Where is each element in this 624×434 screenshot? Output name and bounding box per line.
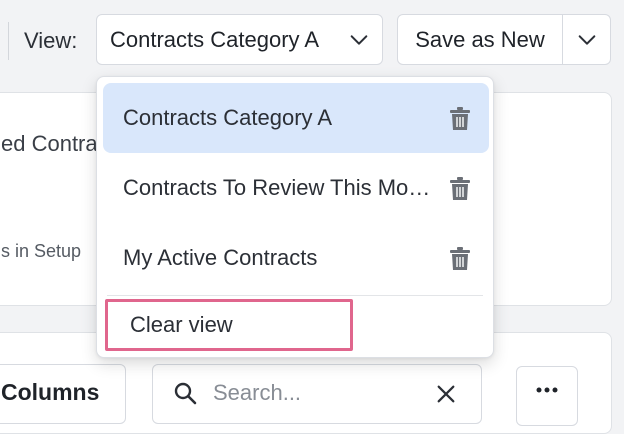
more-icon <box>536 387 558 393</box>
clear-view-button[interactable]: Clear view <box>105 299 353 351</box>
card-subtitle: s in Setup <box>1 241 82 261</box>
view-option-label: Contracts To Review This Month <box>123 175 437 200</box>
view-option-label: My Active Contracts <box>123 245 318 270</box>
search-icon <box>174 382 197 405</box>
chevron-down-icon <box>578 34 595 45</box>
save-as-new-button[interactable]: Save as New <box>398 15 563 64</box>
view-select-value: Contracts Category A <box>110 26 320 52</box>
search-input[interactable] <box>211 379 425 407</box>
trash-icon[interactable] <box>449 247 471 271</box>
chevron-down-icon <box>350 34 368 45</box>
columns-button[interactable]: Columns <box>0 364 126 424</box>
trash-icon[interactable] <box>449 177 471 201</box>
save-button-group: Save as New <box>397 14 611 65</box>
view-dropdown-menu: Contracts Category A Contracts To Review… <box>96 76 494 358</box>
view-option-my-active-contracts[interactable]: My Active Contracts <box>103 223 489 293</box>
view-label: View: <box>24 28 78 53</box>
view-option-label: Contracts Category A <box>123 105 333 130</box>
toolbar-divider <box>8 22 9 60</box>
menu-divider <box>107 295 483 296</box>
view-option-contracts-to-review[interactable]: Contracts To Review This Month <box>103 153 489 223</box>
more-options-button[interactable] <box>516 366 578 426</box>
search-box[interactable] <box>152 364 482 424</box>
view-select[interactable]: Contracts Category A <box>96 14 383 65</box>
card-title: ed Contra <box>1 131 98 156</box>
trash-icon[interactable] <box>449 107 471 131</box>
save-options-button[interactable] <box>563 15 610 64</box>
view-option-contracts-category-a[interactable]: Contracts Category A <box>103 83 489 153</box>
